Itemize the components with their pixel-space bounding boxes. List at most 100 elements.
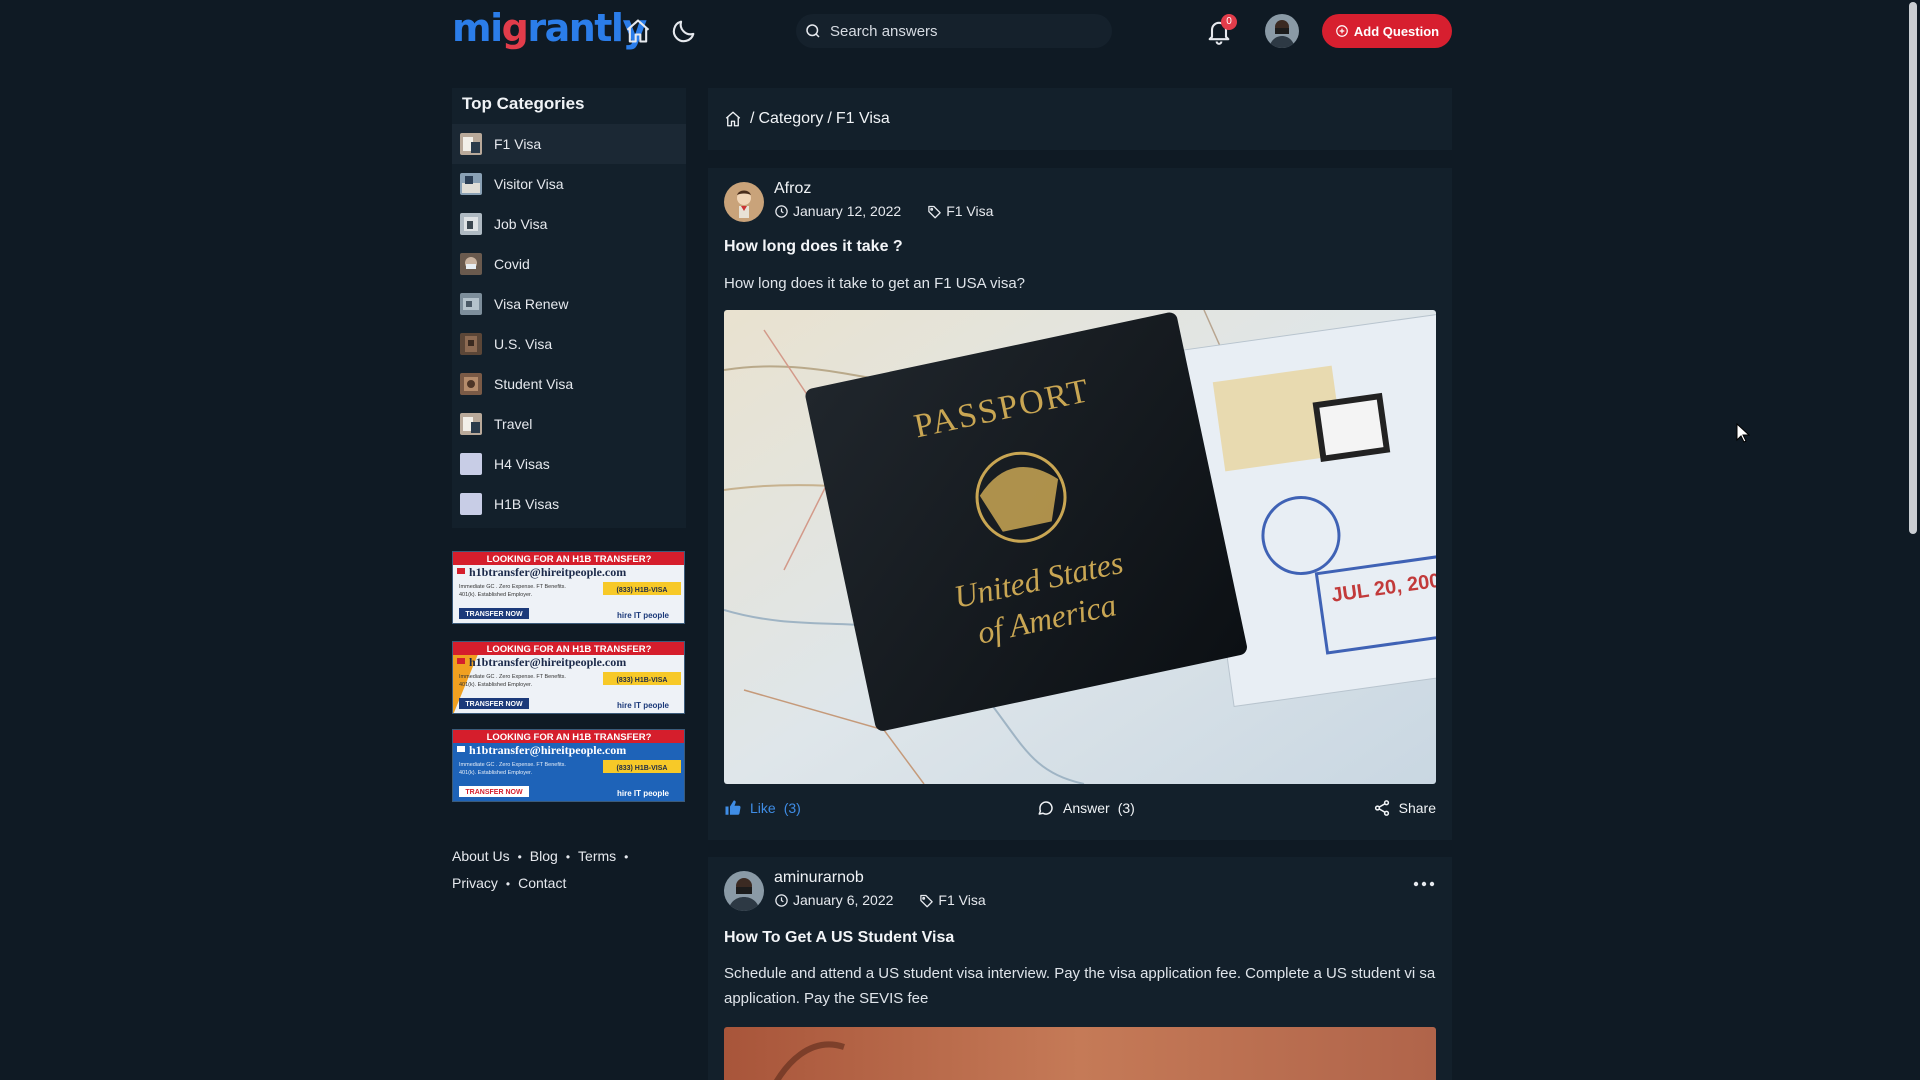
sidebar-item-covid[interactable]: Covid bbox=[452, 244, 686, 284]
h1b-transfer-ad-banner[interactable]: LOOKING FOR AN H1B TRANSFER? h1btransfer… bbox=[452, 729, 685, 802]
clock-icon bbox=[775, 893, 788, 907]
svg-text:TRANSFER NOW: TRANSFER NOW bbox=[465, 701, 523, 708]
user-avatar[interactable] bbox=[1265, 14, 1299, 48]
sidebar-item-label: Travel bbox=[494, 416, 533, 432]
sidebar-item-label: Covid bbox=[494, 256, 530, 272]
post-date: January 12, 2022 bbox=[793, 203, 902, 219]
svg-text:LOOKING FOR AN H1B TRANSFER?: LOOKING FOR AN H1B TRANSFER? bbox=[487, 644, 652, 655]
svg-text:LOOKING FOR AN H1B TRANSFER?: LOOKING FOR AN H1B TRANSFER? bbox=[487, 554, 652, 565]
top-categories-panel: Top Categories F1 Visa Visitor Visa Job … bbox=[452, 88, 686, 528]
blog-link[interactable]: Blog bbox=[530, 848, 558, 864]
sidebar-item-job-visa[interactable]: Job Visa bbox=[452, 204, 686, 244]
privacy-link[interactable]: Privacy bbox=[452, 875, 498, 891]
svg-text:hire IT people: hire IT people bbox=[617, 611, 670, 620]
passport-photo: JUL 20, 2007 PASSPORT United States of A… bbox=[724, 310, 1436, 784]
category-thumbnail bbox=[460, 213, 482, 235]
tag-icon bbox=[928, 205, 941, 218]
post-date: January 6, 2022 bbox=[793, 892, 894, 908]
question-title[interactable]: How long does it take ? bbox=[724, 238, 903, 256]
sidebar-item-label: U.S. Visa bbox=[494, 336, 553, 352]
question-title[interactable]: How To Get A US Student Visa bbox=[724, 929, 954, 947]
svg-text:hire IT people: hire IT people bbox=[617, 789, 670, 798]
post-photo bbox=[724, 1027, 1436, 1080]
svg-text:401(k). Established Employer.: 401(k). Established Employer. bbox=[459, 770, 533, 776]
comment-icon bbox=[1038, 801, 1053, 815]
home-icon[interactable] bbox=[624, 17, 652, 45]
breadcrumb-separator: / bbox=[750, 110, 755, 127]
category-thumbnail bbox=[460, 493, 482, 515]
footer-separator: • bbox=[565, 850, 571, 864]
dark-mode-moon-icon[interactable] bbox=[670, 17, 698, 45]
author-avatar[interactable] bbox=[724, 871, 764, 911]
plus-circle-icon bbox=[1336, 25, 1348, 37]
sidebar-title: Top Categories bbox=[462, 94, 585, 113]
question-card: Afroz January 12, 2022 F1 Visa How long … bbox=[708, 168, 1452, 840]
sidebar-item-student-visa[interactable]: Student Visa bbox=[452, 364, 686, 404]
about-us-link[interactable]: About Us bbox=[452, 848, 510, 864]
share-icon bbox=[1374, 800, 1389, 816]
sidebar-item-label: Job Visa bbox=[494, 216, 548, 232]
h1b-transfer-ad-banner[interactable]: LOOKING FOR AN H1B TRANSFER? h1btransfer… bbox=[452, 641, 685, 714]
author-name[interactable]: Afroz bbox=[774, 180, 811, 198]
category-tag[interactable]: F1 Visa bbox=[927, 203, 993, 219]
question-card: aminurarnob January 6, 2022 F1 Visa How … bbox=[708, 857, 1452, 1080]
svg-text:LOOKING FOR AN H1B TRANSFER?: LOOKING FOR AN H1B TRANSFER? bbox=[487, 732, 652, 743]
sidebar-item-visitor-visa[interactable]: Visitor Visa bbox=[452, 164, 686, 204]
search-icon bbox=[806, 24, 820, 38]
sidebar-item-us-visa[interactable]: U.S. Visa bbox=[452, 324, 686, 364]
search-input[interactable] bbox=[830, 22, 1090, 40]
sidebar-item-label: F1 Visa bbox=[494, 136, 542, 152]
breadcrumb-current: F1 Visa bbox=[835, 110, 890, 127]
add-question-label: Add Question bbox=[1353, 23, 1440, 39]
share-button[interactable]: Share bbox=[1373, 799, 1436, 817]
share-label: Share bbox=[1398, 800, 1436, 816]
more-options-icon[interactable] bbox=[1412, 877, 1436, 889]
category-thumbnail bbox=[460, 453, 482, 475]
author-name[interactable]: aminurarnob bbox=[774, 869, 864, 887]
category-tag[interactable]: F1 Visa bbox=[919, 892, 986, 908]
home-icon[interactable] bbox=[724, 110, 742, 128]
mouse-cursor-icon bbox=[1736, 423, 1750, 443]
contact-link[interactable]: Contact bbox=[518, 875, 566, 891]
sidebar-item-label: Visitor Visa bbox=[494, 176, 564, 192]
svg-text:TRANSFER NOW: TRANSFER NOW bbox=[465, 789, 523, 796]
category-thumbnail bbox=[460, 253, 482, 275]
category-thumbnail bbox=[460, 293, 482, 315]
answer-label: Answer bbox=[1063, 800, 1110, 816]
question-body: Schedule and attend a US student visa in… bbox=[724, 965, 1436, 1007]
thumbs-up-icon bbox=[725, 800, 741, 815]
sidebar-item-h1b-visas[interactable]: H1B Visas bbox=[452, 484, 686, 524]
tag-label: F1 Visa bbox=[946, 203, 994, 219]
clock-icon bbox=[775, 204, 788, 218]
scrollbar-thumb[interactable] bbox=[1909, 2, 1917, 534]
svg-text:(833) H1B-VISA: (833) H1B-VISA bbox=[617, 677, 668, 684]
svg-text:hire IT people: hire IT people bbox=[617, 701, 670, 710]
like-button[interactable]: Like (3) bbox=[724, 799, 801, 817]
author-avatar[interactable] bbox=[724, 182, 764, 222]
svg-text:Immediate GC . Zero Expense. F: Immediate GC . Zero Expense. FT Benefits… bbox=[459, 674, 566, 680]
breadcrumb-separator: / bbox=[827, 110, 832, 127]
terms-link[interactable]: Terms bbox=[578, 848, 616, 864]
answer-button[interactable]: Answer (3) bbox=[1037, 799, 1135, 817]
search-box[interactable] bbox=[796, 14, 1112, 48]
breadcrumb-category-link[interactable]: Category bbox=[758, 110, 823, 128]
add-question-button[interactable]: Add Question bbox=[1322, 14, 1452, 48]
h1b-transfer-ad-banner[interactable]: LOOKING FOR AN H1B TRANSFER? h1btransfer… bbox=[452, 551, 685, 624]
notification-count-badge: 0 bbox=[1221, 14, 1237, 30]
category-thumbnail bbox=[460, 173, 482, 195]
footer-separator: • bbox=[505, 877, 511, 891]
sidebar-item-label: Visa Renew bbox=[494, 296, 569, 312]
footer-links: About Us • Blog • Terms • Privacy • Contact bbox=[452, 843, 692, 897]
sidebar-item-travel[interactable]: Travel bbox=[452, 404, 686, 444]
post-meta: January 6, 2022 F1 Visa bbox=[774, 892, 986, 908]
migrantly-logo[interactable]: migrantly bbox=[452, 6, 647, 50]
svg-text:(833) H1B-VISA: (833) H1B-VISA bbox=[617, 765, 668, 772]
sidebar-item-visa-renew[interactable]: Visa Renew bbox=[452, 284, 686, 324]
category-thumbnail bbox=[460, 413, 482, 435]
sidebar-item-label: H1B Visas bbox=[494, 496, 560, 512]
sidebar-item-h4-visas[interactable]: H4 Visas bbox=[452, 444, 686, 484]
svg-text:h1btransfer@hireitpeople.com: h1btransfer@hireitpeople.com bbox=[469, 565, 626, 579]
sidebar-item-f1-visa[interactable]: F1 Visa bbox=[452, 124, 686, 164]
svg-text:Immediate GC . Zero Expense. F: Immediate GC . Zero Expense. FT Benefits… bbox=[459, 584, 566, 590]
svg-text:(833) H1B-VISA: (833) H1B-VISA bbox=[617, 587, 668, 594]
